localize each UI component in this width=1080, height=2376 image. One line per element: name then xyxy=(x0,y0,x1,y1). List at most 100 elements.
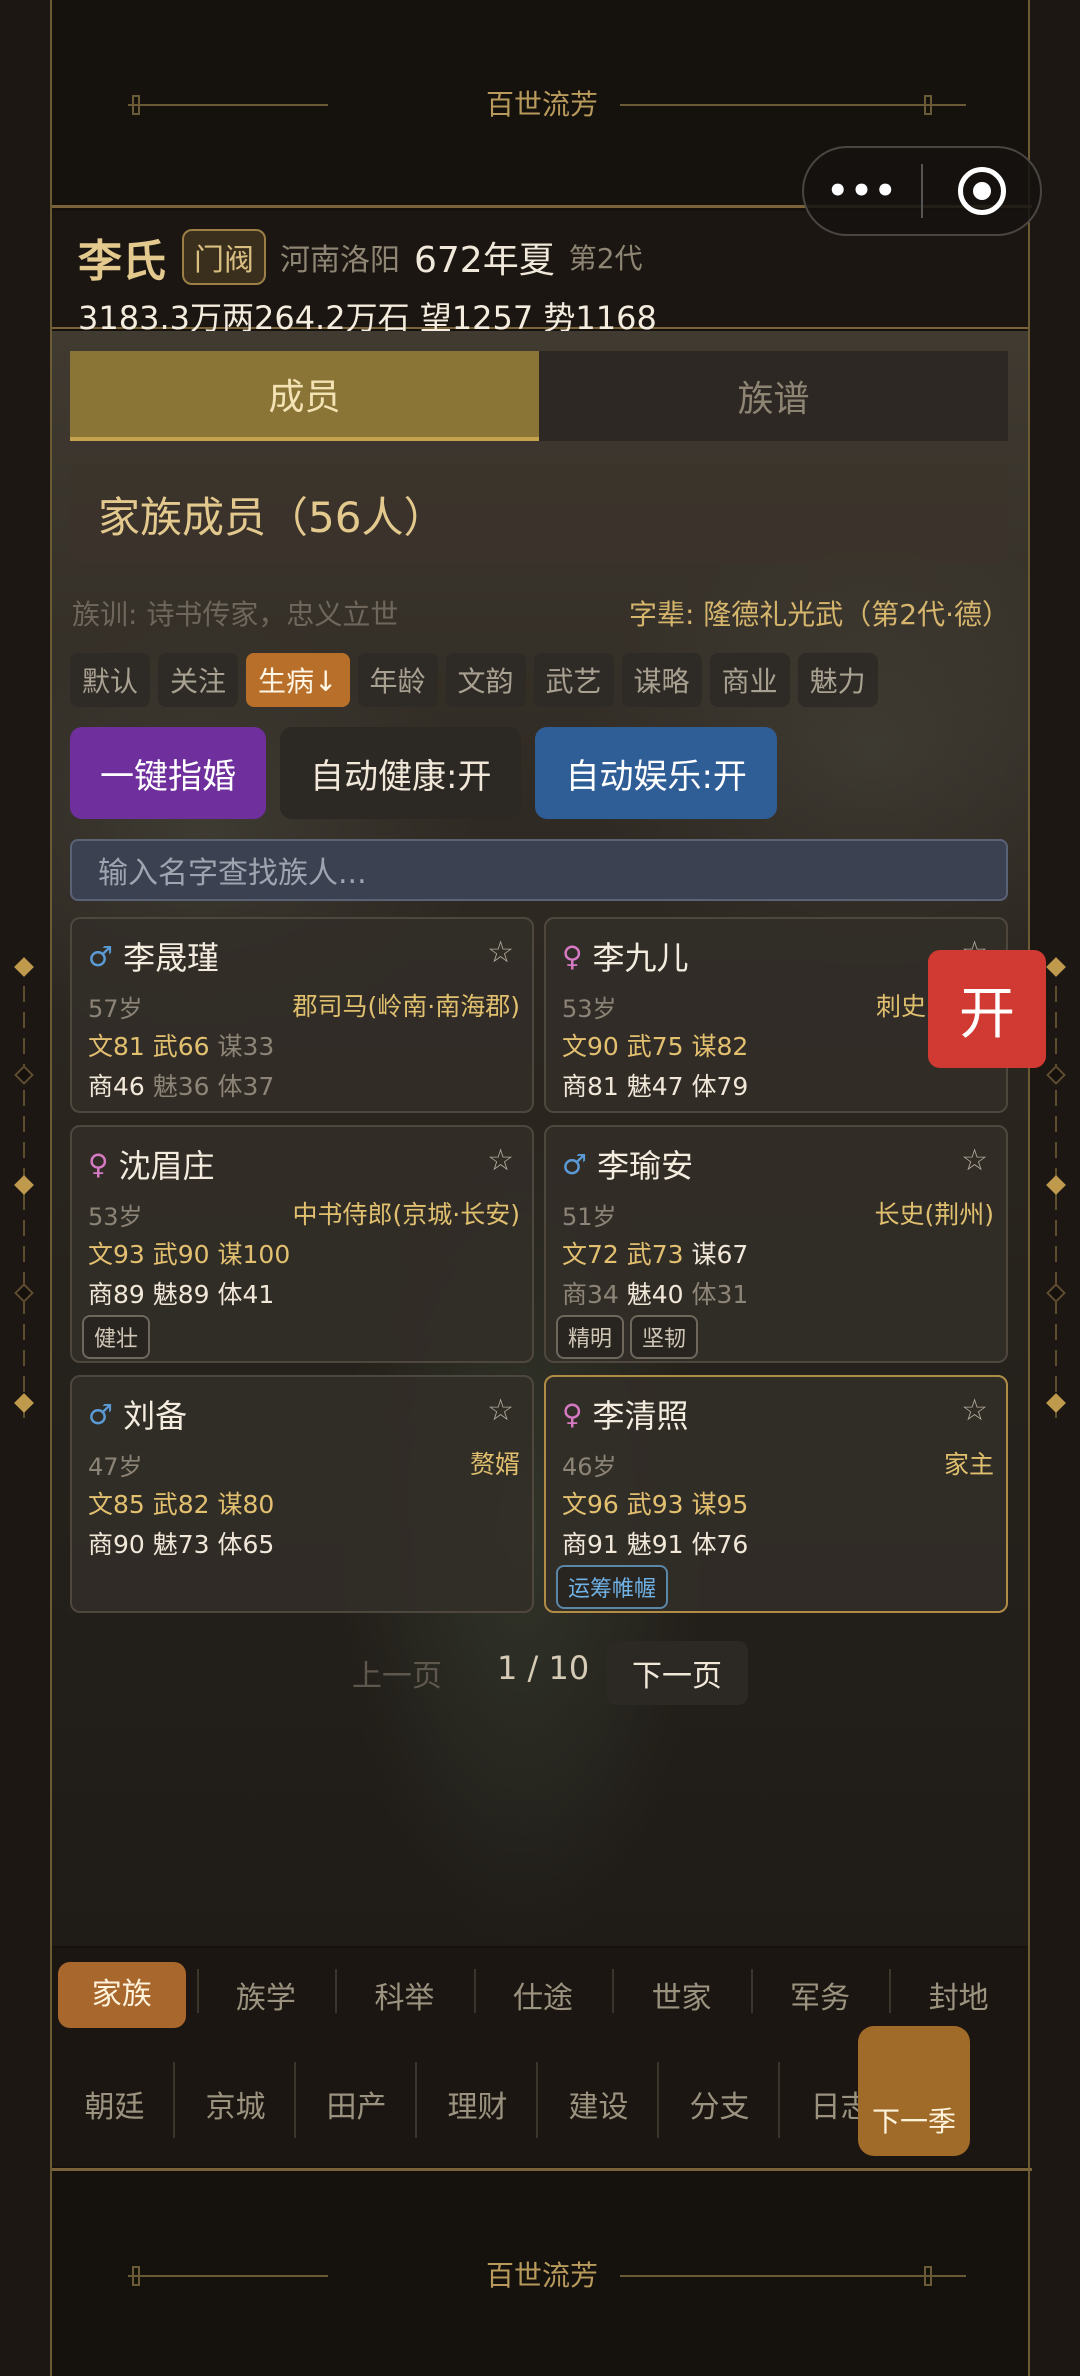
nav-estate[interactable]: 田产 xyxy=(296,2062,417,2138)
nav-build[interactable]: 建设 xyxy=(538,2062,659,2138)
star-icon[interactable]: ☆ xyxy=(487,935,514,970)
nav-school[interactable]: 族学 xyxy=(196,1969,336,2017)
ornament-diamond xyxy=(14,957,34,977)
member-tags: 运筹帷幄 xyxy=(556,1565,669,1609)
stat-mou: 谋100 xyxy=(217,1240,291,1269)
member-title: 赘婿 xyxy=(469,1450,520,1479)
stat-shang: 商46 xyxy=(88,1072,145,1101)
next-season-button[interactable]: 下一季 xyxy=(858,2026,970,2156)
member-title: 刺史 xyxy=(875,992,926,1021)
member-card[interactable]: ♂ 李晟瑾 ☆ 57岁 郡司马(岭南·南海郡) 文81 武66 谋33 商46 … xyxy=(70,917,534,1113)
auto-fun-toggle[interactable]: 自动娱乐:开 xyxy=(535,727,777,819)
member-stats-primary: 文72 武73 谋67 xyxy=(562,1235,748,1271)
stat-mei: 魅91 xyxy=(626,1530,684,1559)
star-icon[interactable]: ☆ xyxy=(961,1143,988,1178)
search-input[interactable]: 输入名字查找族人... xyxy=(70,839,1008,901)
star-icon[interactable]: ☆ xyxy=(961,1393,988,1428)
arrange-marriage-button[interactable]: 一键指婚 xyxy=(70,727,266,819)
game-year: 672年夏 xyxy=(414,240,555,281)
stat-wen: 文72 xyxy=(562,1240,619,1269)
member-card-head[interactable]: ♀ 李清照 ☆ 46岁 家主 文96 武93 谋95 商91 魅91 体76 运… xyxy=(544,1375,1008,1613)
stat-wen: 文96 xyxy=(562,1490,619,1519)
filter-sick[interactable]: 生病↓ xyxy=(246,653,350,707)
nav-military[interactable]: 军务 xyxy=(750,1969,890,2017)
ornament-diamond xyxy=(1046,1175,1066,1195)
member-age: 51岁 xyxy=(562,1203,617,1231)
nav-family[interactable]: 家族 xyxy=(58,1962,186,2028)
more-icon[interactable]: ••• xyxy=(804,171,921,211)
banner-bracket-right xyxy=(924,95,932,115)
filter-followed[interactable]: 关注 xyxy=(158,653,239,707)
filter-age[interactable]: 年龄 xyxy=(357,653,438,707)
filter-charm[interactable]: 魅力 xyxy=(797,653,878,707)
tab-genealogy[interactable]: 族谱 xyxy=(539,351,1008,441)
banner-title: 百世流芳 xyxy=(475,82,608,123)
nav-fief[interactable]: 封地 xyxy=(889,1969,1028,2017)
ornament-diamond xyxy=(1046,1065,1066,1085)
female-icon: ♀ xyxy=(88,1147,109,1181)
ornament-diamond xyxy=(1046,1283,1066,1303)
banner-line-right xyxy=(620,2275,966,2277)
member-name-row: ♀ 沈眉庄 xyxy=(88,1141,215,1187)
member-stats-secondary: 商89 魅89 体41 xyxy=(88,1275,274,1311)
nav-finance[interactable]: 理财 xyxy=(417,2062,538,2138)
member-stats-secondary: 商90 魅73 体65 xyxy=(88,1525,274,1561)
stat-wu: 武75 xyxy=(626,1032,684,1061)
stat-wen: 文85 xyxy=(88,1490,145,1519)
prev-page-button[interactable]: 上一页 xyxy=(352,1651,442,1695)
stat-shang: 商34 xyxy=(562,1280,619,1309)
star-icon[interactable]: ☆ xyxy=(487,1143,514,1178)
nav-court[interactable]: 朝廷 xyxy=(54,2062,175,2138)
next-page-button[interactable]: 下一页 xyxy=(606,1641,748,1705)
header-row-info: 李氏 门阀 河南洛阳 672年夏 第2代 xyxy=(78,225,643,289)
trait-tag: 坚韧 xyxy=(630,1315,699,1359)
stat-mou: 谋82 xyxy=(691,1032,749,1061)
member-tags: 健壮 xyxy=(82,1315,151,1359)
generation: 第2代 xyxy=(568,242,643,275)
member-stats-primary: 文85 武82 谋80 xyxy=(88,1485,274,1521)
filter-default[interactable]: 默认 xyxy=(70,653,151,707)
member-name-row: ♂ 李瑜安 xyxy=(562,1141,693,1187)
filter-business[interactable]: 商业 xyxy=(709,653,790,707)
stat-mei: 魅36 xyxy=(152,1072,210,1101)
member-title: 中书侍郎(京城·长安) xyxy=(292,1200,520,1229)
banner-line-left xyxy=(128,2275,328,2277)
filter-martial[interactable]: 武艺 xyxy=(533,653,614,707)
member-card[interactable]: ♂ 刘备 ☆ 47岁 赘婿 文85 武82 谋80 商90 魅73 体65 xyxy=(70,1375,534,1613)
stat-wen: 文93 xyxy=(88,1240,145,1269)
tab-members[interactable]: 成员 xyxy=(70,351,539,441)
main-panel: 成员 族谱 家族成员（56人） 族训: 诗书传家，忠义立世 字辈: 隆德礼光武（… xyxy=(52,331,1028,1946)
member-age: 53岁 xyxy=(88,1203,143,1231)
member-card[interactable]: ♂ 李瑜安 ☆ 51岁 长史(荆州) 文72 武73 谋67 商34 魅40 体… xyxy=(544,1125,1008,1363)
banner-bracket-right xyxy=(924,2266,932,2286)
stat-mou: 谋95 xyxy=(691,1490,749,1519)
nav-clans[interactable]: 世家 xyxy=(612,1969,751,2017)
member-title: 家主 xyxy=(943,1450,994,1479)
female-icon: ♀ xyxy=(562,1397,583,1431)
filter-literature[interactable]: 文韵 xyxy=(445,653,526,707)
member-card[interactable]: ♀ 沈眉庄 ☆ 53岁 中书侍郎(京城·长安) 文93 武90 谋100 商89… xyxy=(70,1125,534,1363)
stat-mei: 魅47 xyxy=(626,1072,684,1101)
star-icon[interactable]: ☆ xyxy=(487,1393,514,1428)
trait-tag: 运筹帷幄 xyxy=(556,1565,669,1609)
stat-mei: 魅40 xyxy=(626,1280,684,1309)
stat-mou: 谋67 xyxy=(691,1240,749,1269)
member-name-row: ♀ 李清照 xyxy=(562,1391,689,1437)
male-icon: ♂ xyxy=(88,1397,114,1431)
nav-branch[interactable]: 分支 xyxy=(659,2062,780,2138)
member-name: 刘备 xyxy=(123,1397,188,1435)
banner-title: 百世流芳 xyxy=(475,2253,608,2294)
banner-bracket-left xyxy=(132,95,140,115)
close-miniprogram-icon[interactable] xyxy=(923,167,1040,215)
nav-career[interactable]: 仕途 xyxy=(473,1969,613,2017)
nav-exam[interactable]: 科举 xyxy=(335,1969,474,2017)
auto-health-toggle[interactable]: 自动健康:开 xyxy=(280,727,522,819)
member-stats-secondary: 商34 魅40 体31 xyxy=(562,1275,748,1311)
stat-ti: 体76 xyxy=(691,1530,749,1559)
nav-capital[interactable]: 京城 xyxy=(175,2062,296,2138)
floating-open-button[interactable]: 开 xyxy=(928,950,1046,1068)
filter-strategy[interactable]: 谋略 xyxy=(621,653,702,707)
ornament-diamond xyxy=(1046,1393,1066,1413)
member-age: 57岁 xyxy=(88,995,143,1023)
stat-ti: 体31 xyxy=(691,1280,749,1309)
